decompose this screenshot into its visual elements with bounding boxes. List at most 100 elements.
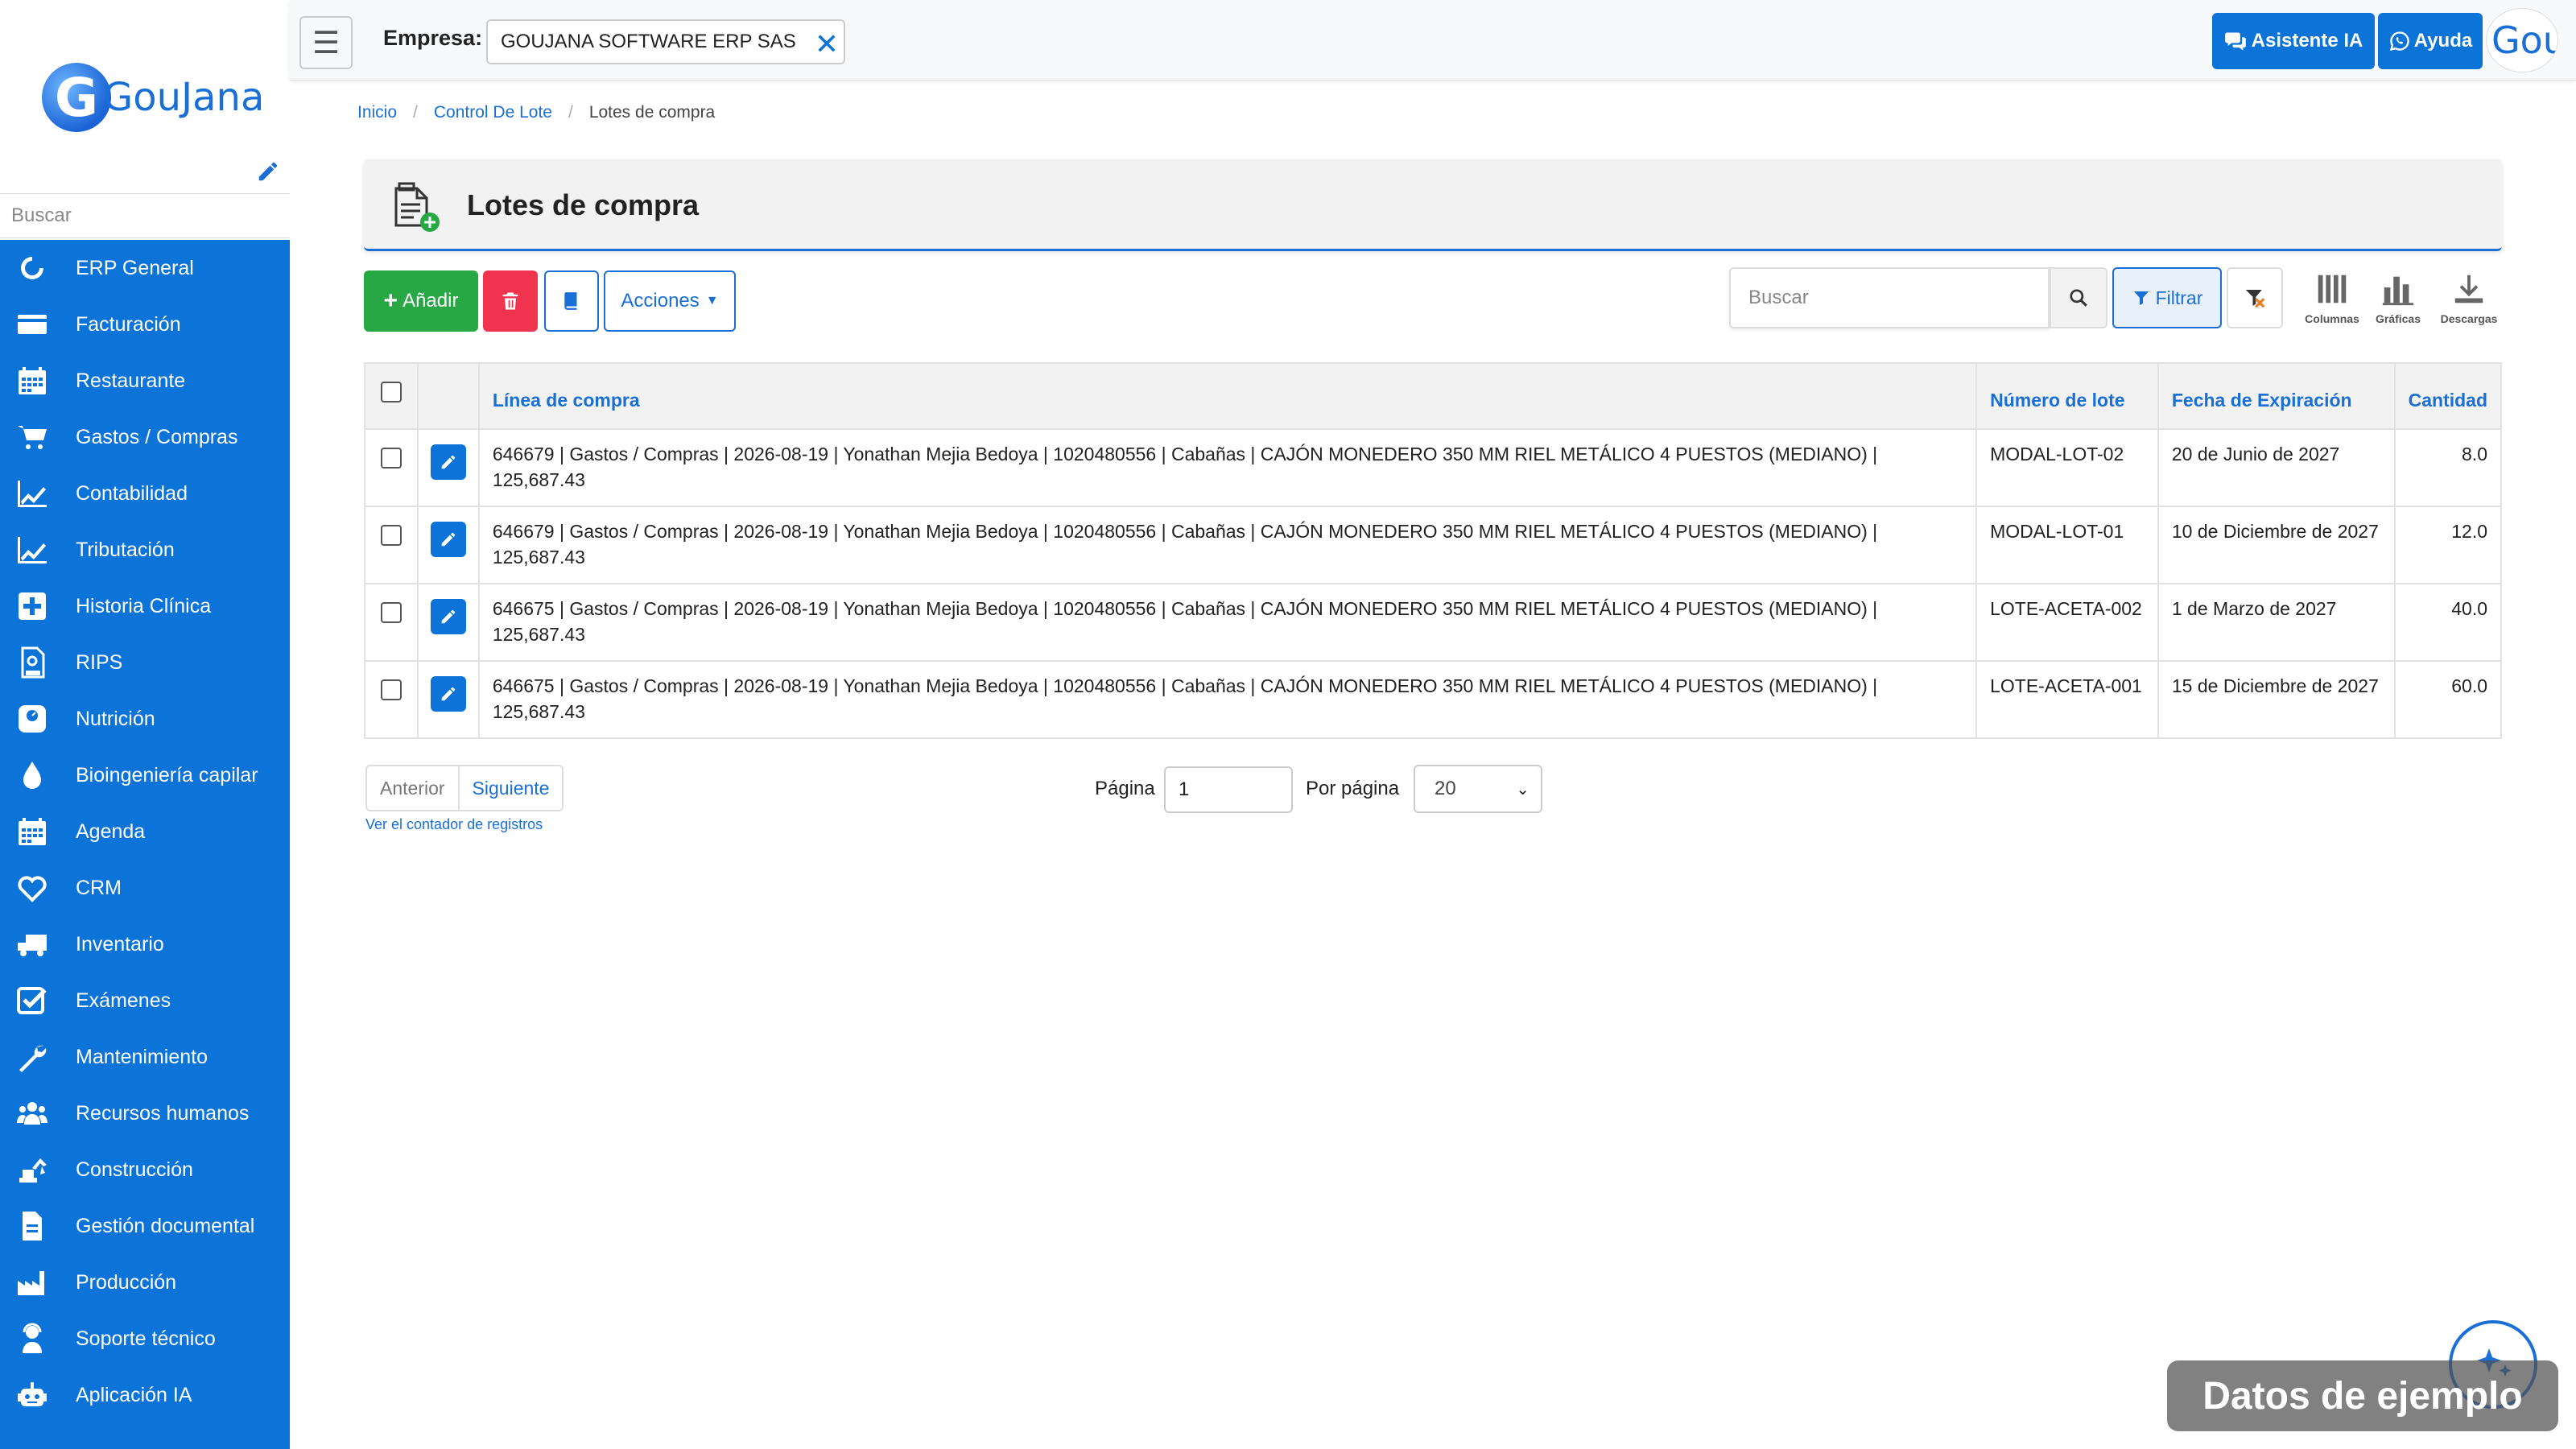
factory-icon (13, 1266, 52, 1298)
delete-button[interactable] (483, 270, 538, 332)
row-select-cell (364, 583, 419, 662)
select-all-checkbox[interactable] (380, 382, 402, 402)
robot-icon (13, 1379, 52, 1411)
column-header-cantidad[interactable]: Cantidad (2393, 362, 2503, 430)
filter-label: Filtrar (2155, 287, 2203, 308)
plus-square-icon (13, 590, 52, 622)
columns-tool[interactable]: Columnas (2296, 270, 2368, 335)
breadcrumb-control-de-lote[interactable]: Control De Lote (434, 103, 552, 122)
add-button-label: Añadir (402, 290, 459, 312)
sidebar-item-construccion[interactable]: Construcción (0, 1141, 290, 1198)
trash-icon (502, 292, 518, 310)
charts-tool[interactable]: Gráficas (2362, 270, 2434, 335)
column-header-fecha[interactable]: Fecha de Expiración (2157, 362, 2396, 430)
cart-icon (13, 421, 52, 453)
search-button[interactable] (2050, 267, 2107, 328)
rips-doc-icon (13, 646, 52, 679)
user-avatar[interactable]: Gou (2486, 8, 2558, 72)
row-checkbox[interactable] (380, 679, 402, 700)
sidebar-item-label: Producción (76, 1270, 177, 1294)
sidebar-item-bioingenieria-capilar[interactable]: Bioingeniería capilar (0, 747, 290, 803)
cell-numero-lote: LOTE-ACETA-002 (1975, 583, 2159, 662)
sidebar-item-gestion-documental[interactable]: Gestión documental (0, 1198, 290, 1254)
sidebar-item-rips[interactable]: RIPS (0, 634, 290, 691)
brand-logo[interactable]: G GouJana (42, 63, 264, 132)
sidebar-item-nutricion[interactable]: Nutrición (0, 691, 290, 747)
cell-fecha-expiracion: 20 de Junio de 2027 (2157, 428, 2396, 507)
cell-linea-compra: 646679 | Gastos / Compras | 2026-08-19 |… (477, 428, 1978, 507)
menu-toggle-button[interactable]: ☰ (299, 16, 353, 69)
columns-icon (2318, 275, 2347, 303)
table-row[interactable]: 646675 | Gastos / Compras | 2026-08-19 |… (364, 660, 2503, 739)
sidebar-item-tributacion[interactable]: Tributación (0, 522, 290, 578)
next-page-button[interactable]: Siguiente (459, 765, 564, 811)
column-header-lote[interactable]: Número de lote (1975, 362, 2159, 430)
sidebar-item-facturacion[interactable]: Facturación (0, 296, 290, 353)
sidebar-item-label: Exámenes (76, 989, 171, 1012)
row-edit-button[interactable] (430, 522, 466, 557)
row-edit-button[interactable] (430, 599, 466, 634)
row-checkbox[interactable] (380, 525, 402, 546)
wrench-icon (13, 1041, 52, 1073)
top-bar: ☰ Empresa: GOUJANA SOFTWARE ERP SAS ✕ As… (290, 0, 2576, 80)
clear-empresa-icon[interactable]: ✕ (815, 27, 839, 61)
row-checkbox[interactable] (380, 602, 402, 623)
sidebar-item-restaurante[interactable]: Restaurante (0, 353, 290, 409)
sidebar-item-soporte-tecnico[interactable]: Soporte técnico (0, 1311, 290, 1367)
row-select-cell (364, 660, 419, 739)
sidebar-item-label: Historia Clínica (76, 594, 212, 617)
table-row[interactable]: 646679 | Gastos / Compras | 2026-08-19 |… (364, 428, 2503, 507)
empresa-label: Empresa: (383, 26, 483, 50)
previous-page-button[interactable]: Anterior (365, 765, 460, 811)
sidebar-item-examenes[interactable]: Exámenes (0, 972, 290, 1029)
row-checkbox[interactable] (380, 448, 402, 469)
filter-button[interactable]: Filtrar (2112, 267, 2222, 328)
actions-dropdown[interactable]: Acciones ▼ (604, 270, 736, 332)
help-button[interactable]: Ayuda (2378, 13, 2483, 69)
funnel-icon (2133, 291, 2149, 305)
sidebar-item-recursos-humanos[interactable]: Recursos humanos (0, 1085, 290, 1141)
row-edit-button[interactable] (430, 444, 466, 480)
sidebar-item-mantenimiento[interactable]: Mantenimiento (0, 1029, 290, 1085)
pencil-icon (441, 455, 456, 469)
clear-filter-button[interactable] (2227, 267, 2283, 328)
record-counter-link[interactable]: Ver el contador de registros (365, 816, 543, 833)
sidebar-item-aplicacion-ia[interactable]: Aplicación IA (0, 1367, 290, 1423)
sidebar-search-input[interactable]: Buscar (0, 193, 290, 238)
sidebar-item-gastos-compras[interactable]: Gastos / Compras (0, 409, 290, 465)
sidebar-item-label: Contabilidad (76, 481, 188, 505)
sidebar-item-erp-general[interactable]: ERP General (0, 240, 290, 296)
sidebar-item-agenda[interactable]: Agenda (0, 803, 290, 860)
empresa-select[interactable]: GOUJANA SOFTWARE ERP SAS ✕ (486, 19, 845, 64)
logo-text: GouJana (103, 75, 265, 120)
cell-numero-lote: MODAL-LOT-01 (1975, 506, 2159, 584)
sidebar-item-contabilidad[interactable]: Contabilidad (0, 465, 290, 522)
sidebar-item-label: Gastos / Compras (76, 425, 238, 448)
per-page-select[interactable]: 20 ⌄ (1414, 765, 1542, 813)
column-header-linea[interactable]: Línea de compra (477, 362, 1978, 430)
breadcrumb: Inicio / Control De Lote / Lotes de comp… (357, 103, 715, 122)
sidebar-item-inventario[interactable]: Inventario (0, 916, 290, 972)
add-button[interactable]: + Añadir (364, 270, 478, 332)
select-caret-icon: ⌄ (1516, 781, 1530, 799)
table-row[interactable]: 646679 | Gastos / Compras | 2026-08-19 |… (364, 506, 2503, 584)
cell-linea-compra: 646675 | Gastos / Compras | 2026-08-19 |… (477, 583, 1978, 662)
book-button[interactable] (544, 270, 599, 332)
row-edit-cell (416, 506, 480, 584)
sidebar-item-crm[interactable]: CRM (0, 860, 290, 916)
sidebar-item-historia-clinica[interactable]: Historia Clínica (0, 578, 290, 634)
page-title: Lotes de compra (467, 188, 700, 221)
chat-bubbles-icon (2224, 32, 2246, 51)
breadcrumb-inicio[interactable]: Inicio (357, 103, 397, 122)
downloads-tool[interactable]: Descargas (2433, 270, 2505, 335)
excavator-icon (13, 1154, 52, 1186)
ai-assistant-button[interactable]: Asistente IA (2212, 13, 2375, 69)
page-number-input[interactable]: 1 (1164, 766, 1293, 813)
table-row[interactable]: 646675 | Gastos / Compras | 2026-08-19 |… (364, 583, 2503, 662)
columns-label: Columnas (2305, 312, 2359, 325)
breadcrumb-current: Lotes de compra (588, 103, 716, 122)
row-edit-button[interactable] (430, 676, 466, 712)
edit-pencil-icon[interactable] (256, 159, 280, 184)
sidebar-item-produccion[interactable]: Producción (0, 1254, 290, 1311)
table-search-input[interactable]: Buscar (1729, 267, 2050, 328)
